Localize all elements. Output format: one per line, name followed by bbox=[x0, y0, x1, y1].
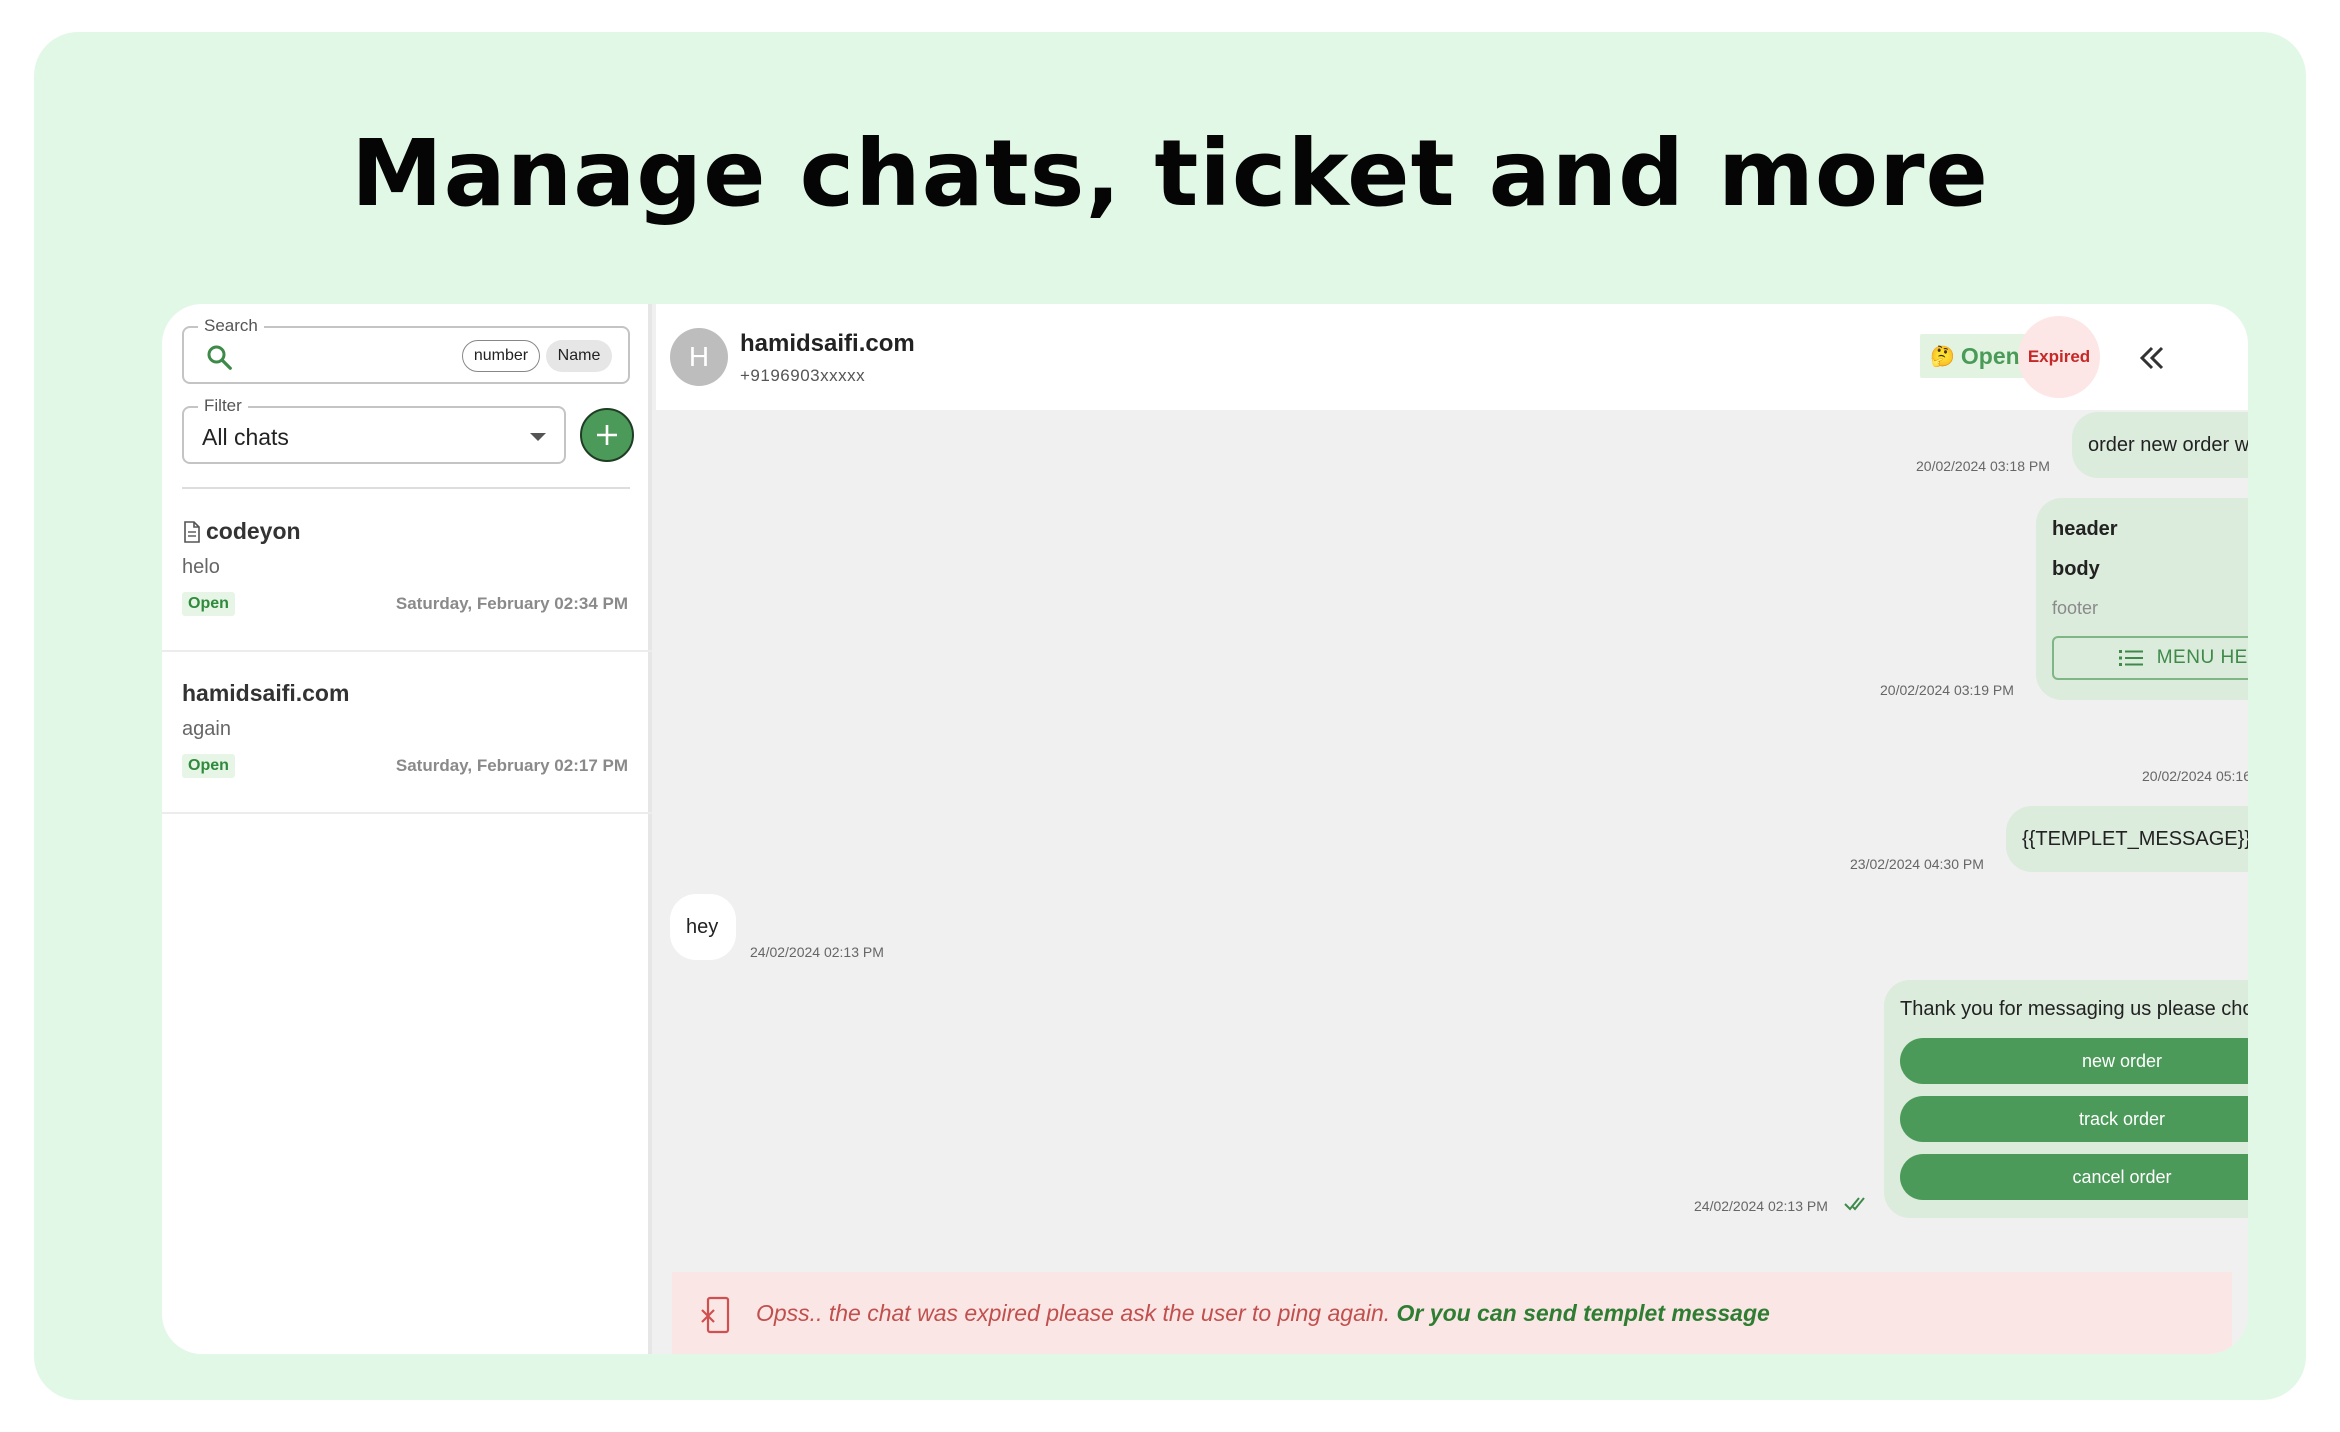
plus-icon bbox=[597, 425, 617, 445]
search-label: Search bbox=[198, 316, 264, 336]
chat-list-item[interactable]: hamidsaifi.com again Open Saturday, Febr… bbox=[162, 652, 652, 814]
status-open-label: Open bbox=[1960, 342, 2020, 369]
expired-message: Opss.. the chat was expired please ask t… bbox=[756, 1300, 1391, 1326]
dropdown-arrow-icon bbox=[530, 433, 546, 441]
chat-title: hamidsaifi.com bbox=[182, 680, 349, 707]
status-badge: Open bbox=[182, 592, 235, 616]
page-background: Manage chats, ticket and more Search num… bbox=[34, 32, 2306, 1400]
double-check-icon bbox=[1844, 1197, 1865, 1211]
outgoing-message: order new order was placed bbox=[2072, 412, 2248, 478]
document-icon bbox=[184, 520, 200, 543]
hero-title: Manage chats, ticket and more bbox=[351, 120, 1989, 227]
search-by-name-chip[interactable]: Name bbox=[546, 340, 612, 372]
sidebar: Search number Name Filter All chats code… bbox=[162, 304, 652, 1354]
status-open-button[interactable]: 🤔 Open bbox=[1920, 334, 2030, 378]
chat-time: Saturday, February 02:17 PM bbox=[395, 756, 628, 775]
filter-value: All chats bbox=[202, 424, 289, 450]
incoming-message: hey bbox=[670, 894, 736, 960]
outgoing-template-message: header body footer MENU HERE bbox=[2036, 498, 2248, 700]
status-expired-badge: Expired bbox=[2018, 316, 2100, 398]
message-time: 20/02/2024 03:19 PM bbox=[1880, 682, 2014, 698]
menu-button-label: MENU HERE bbox=[2156, 647, 2248, 668]
message-text: {{TEMPLET_MESSAGE}} | text_only bbox=[2022, 828, 2248, 850]
outgoing-message: {{TEMPLET_MESSAGE}} | text_only bbox=[2006, 806, 2248, 872]
message-time: 24/02/2024 02:13 PM bbox=[1694, 1198, 1828, 1214]
filter-label: Filter bbox=[198, 396, 248, 416]
chat-list-item[interactable]: codeyon helo Open Saturday, February 02:… bbox=[162, 490, 652, 652]
message-list: order new order was placed 20/02/2024 03… bbox=[656, 410, 2248, 1354]
expired-notice: Opss.. the chat was expired please ask t… bbox=[672, 1272, 2232, 1354]
list-icon bbox=[2118, 650, 2143, 666]
message-text: order new order was placed bbox=[2088, 434, 2248, 456]
template-header: header bbox=[2052, 518, 2118, 540]
search-by-number-chip[interactable]: number bbox=[462, 340, 540, 372]
chat-app-window: Search number Name Filter All chats code… bbox=[162, 304, 2248, 1354]
message-time: 20/02/2024 05:16 PM bbox=[2142, 768, 2248, 784]
message-text: hey bbox=[686, 916, 719, 938]
status-badge: Open bbox=[182, 754, 235, 778]
chat-title: codeyon bbox=[182, 518, 301, 545]
search-field[interactable]: Search number Name bbox=[182, 316, 630, 384]
contact-number: +9196903xxxxx bbox=[740, 366, 866, 385]
message-time: 24/02/2024 02:13 PM bbox=[750, 944, 884, 960]
expired-notice-text: Opss.. the chat was expired please ask t… bbox=[756, 1300, 1770, 1327]
divider bbox=[182, 487, 630, 489]
send-template-link[interactable]: Or you can send templet message bbox=[1397, 1300, 1770, 1326]
template-footer: footer bbox=[2052, 598, 2099, 618]
chat-header: H hamidsaifi.com +9196903xxxxx 🤔 Open Ex… bbox=[656, 304, 2248, 410]
avatar: H bbox=[670, 328, 728, 386]
chat-title-text: hamidsaifi.com bbox=[182, 680, 350, 706]
thinking-face-icon: 🤔 bbox=[1930, 345, 1955, 368]
quick-reply-button[interactable]: new order bbox=[1900, 1038, 2248, 1084]
chat-preview: again bbox=[182, 718, 231, 740]
phone-off-icon bbox=[701, 1296, 730, 1334]
contact-name: hamidsaifi.com bbox=[740, 330, 915, 357]
chat-title-text: codeyon bbox=[206, 518, 301, 544]
quick-reply-button[interactable]: cancel order bbox=[1900, 1154, 2248, 1200]
message-time: 20/02/2024 03:18 PM bbox=[1916, 458, 2050, 474]
collapse-chevrons-icon[interactable] bbox=[2132, 338, 2172, 378]
menu-button[interactable]: MENU HERE bbox=[2052, 636, 2248, 680]
chat-time: Saturday, February 02:34 PM bbox=[395, 594, 628, 613]
chat-preview: helo bbox=[182, 556, 220, 578]
quick-reply-button[interactable]: track order bbox=[1900, 1096, 2248, 1142]
outgoing-quick-reply-message: Thank you for messaging us please choose… bbox=[1884, 980, 2248, 1218]
search-icon bbox=[207, 345, 232, 370]
filter-select[interactable]: Filter All chats bbox=[182, 396, 566, 464]
template-body: body bbox=[2052, 558, 2100, 580]
message-time: 23/02/2024 04:30 PM bbox=[1850, 856, 1984, 872]
message-text: Thank you for messaging us please choose… bbox=[1900, 998, 2248, 1020]
add-chat-button[interactable] bbox=[580, 408, 634, 462]
